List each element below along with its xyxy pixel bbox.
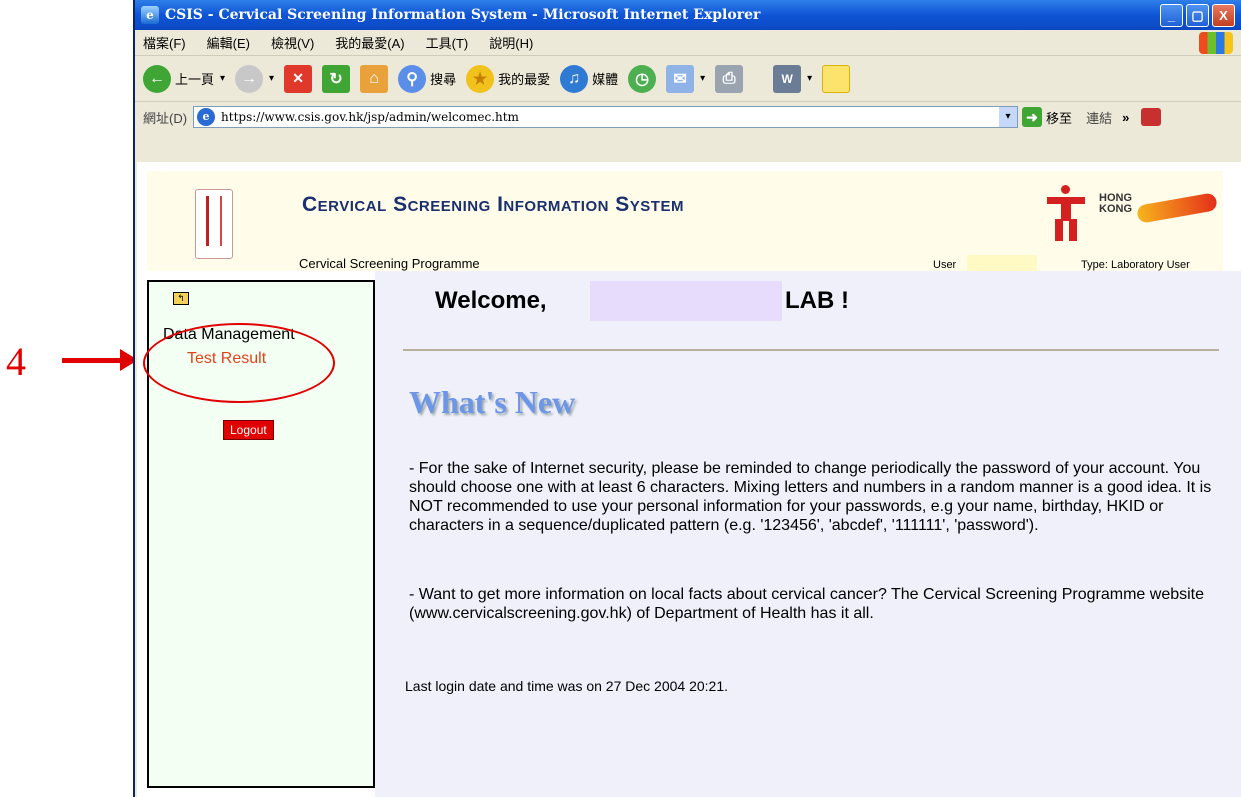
- mail-button[interactable]: ✉ ▾: [666, 64, 705, 93]
- lab-label: LAB !: [785, 287, 849, 314]
- addon-icon[interactable]: [1141, 108, 1162, 126]
- close-button[interactable]: X: [1212, 3, 1235, 27]
- word-edit-icon: W: [773, 64, 802, 93]
- edit-button[interactable]: W ▾: [773, 64, 812, 93]
- screenshot: 4 e CSIS - Cervical Screening Informatio…: [0, 0, 1241, 797]
- history-button[interactable]: ◷: [628, 64, 657, 93]
- menu-tools[interactable]: 工具(T): [426, 33, 469, 52]
- refresh-icon: ↻: [322, 64, 351, 93]
- back-arrow-icon: ←: [143, 64, 171, 93]
- welcome-heading: Welcome,: [435, 287, 547, 314]
- window-title: CSIS - Cervical Screening Information Sy…: [165, 7, 761, 23]
- main-content: Welcome, LAB ! What's New - For the sake…: [375, 271, 1241, 797]
- page-icon: e: [197, 108, 216, 126]
- address-label: 網址(D): [143, 110, 188, 126]
- site-title: Cervical Screening Information System: [302, 193, 684, 216]
- page-content: Cervical Screening Information System Ce…: [137, 162, 1241, 797]
- divider: [403, 349, 1219, 351]
- go-label: 移至: [1046, 110, 1073, 126]
- links-more-button[interactable]: »: [1122, 110, 1129, 125]
- step-number-label: 4: [6, 339, 26, 384]
- links-button[interactable]: 連結: [1086, 108, 1112, 127]
- forward-button[interactable]: → ▾: [235, 64, 274, 93]
- home-icon: ⌂: [360, 64, 389, 93]
- back-button[interactable]: ← 上一頁 ▾: [143, 64, 225, 93]
- address-url: https://www.csis.gov.hk/jsp/admin/welcom…: [221, 110, 519, 124]
- minimize-button[interactable]: _: [1160, 3, 1183, 27]
- menu-favorites[interactable]: 我的最愛(A): [335, 33, 404, 52]
- security-notice: - For the sake of Internet security, ple…: [409, 460, 1212, 534]
- site-header: Cervical Screening Information System Ce…: [147, 171, 1223, 273]
- whats-new-heading: What's New: [409, 384, 576, 420]
- csis-logo-icon: [195, 189, 233, 259]
- highlight-ellipse: [143, 323, 335, 403]
- menu-file[interactable]: 檔案(F): [143, 33, 186, 52]
- go-arrow-icon: ➜: [1022, 107, 1043, 127]
- user-label: User: [933, 259, 957, 271]
- chevron-down-icon[interactable]: ▾: [269, 73, 274, 84]
- print-button[interactable]: ⎙: [715, 64, 744, 93]
- go-button[interactable]: ➜ 移至: [1022, 107, 1072, 127]
- printer-icon: ⎙: [715, 64, 744, 93]
- menu-bar: 檔案(F) 編輯(E) 檢視(V) 我的最愛(A) 工具(T) 說明(H): [135, 30, 1241, 56]
- pointer-arrow-shaft: [62, 358, 122, 363]
- back-label: 上一頁: [175, 72, 215, 87]
- notes-button[interactable]: [822, 64, 851, 93]
- search-icon: ⚲: [398, 64, 427, 93]
- search-label: 搜尋: [430, 72, 457, 87]
- hong-kong-brand-icon: [1047, 185, 1085, 241]
- mail-icon: ✉: [666, 64, 695, 93]
- media-label: 媒體: [592, 72, 619, 87]
- lab-name-redacted: [590, 281, 782, 321]
- windows-logo-icon: [1199, 32, 1233, 54]
- ie-icon: e: [141, 6, 159, 24]
- info-notice: - Want to get more information on local …: [409, 586, 1205, 622]
- logout-button[interactable]: Logout: [223, 420, 274, 440]
- favorites-button[interactable]: ★ 我的最愛: [466, 64, 551, 93]
- chevron-down-icon[interactable]: ▾: [700, 73, 705, 84]
- address-bar: 網址(D) e https://www.csis.gov.hk/jsp/admi…: [135, 102, 1241, 132]
- title-bar: e CSIS - Cervical Screening Information …: [135, 0, 1241, 30]
- refresh-button[interactable]: ↻: [322, 64, 351, 93]
- user-type: Type: Laboratory User: [1081, 259, 1190, 271]
- browser-window: e CSIS - Cervical Screening Information …: [133, 0, 1241, 797]
- hong-kong-logo-text: HONG KONG: [1099, 192, 1132, 215]
- chevron-down-icon[interactable]: ▾: [220, 73, 225, 84]
- standard-toolbar: ← 上一頁 ▾ → ▾ ✕ ↻ ⌂ ⚲ 搜尋 ★ 我的最愛 ♫ 媒體 ◷ ✉ ▾…: [135, 56, 1241, 102]
- maximize-button[interactable]: ▢: [1186, 3, 1209, 27]
- address-input[interactable]: e https://www.csis.gov.hk/jsp/admin/welc…: [193, 106, 1019, 128]
- history-icon: ◷: [628, 64, 657, 93]
- chevron-down-icon[interactable]: ▾: [807, 73, 812, 84]
- last-login-text: Last login date and time was on 27 Dec 2…: [405, 678, 728, 694]
- media-icon: ♫: [560, 64, 589, 93]
- chevron-down-icon[interactable]: ▾: [999, 107, 1018, 127]
- forward-arrow-icon: →: [235, 64, 264, 93]
- menu-help[interactable]: 說明(H): [489, 33, 533, 52]
- home-button[interactable]: ⌂: [360, 64, 389, 93]
- media-button[interactable]: ♫ 媒體: [560, 64, 619, 93]
- stop-button[interactable]: ✕: [284, 64, 313, 93]
- sticky-note-icon: [822, 64, 851, 93]
- dragon-icon: [1136, 192, 1218, 224]
- folder-up-icon[interactable]: ↰: [173, 292, 189, 305]
- favorites-label: 我的最愛: [498, 72, 551, 87]
- menu-view[interactable]: 檢視(V): [271, 33, 314, 52]
- stop-icon: ✕: [284, 64, 313, 93]
- search-button[interactable]: ⚲ 搜尋: [398, 64, 457, 93]
- star-icon: ★: [466, 64, 495, 93]
- menu-edit[interactable]: 編輯(E): [207, 33, 250, 52]
- site-subtitle: Cervical Screening Programme: [299, 256, 480, 271]
